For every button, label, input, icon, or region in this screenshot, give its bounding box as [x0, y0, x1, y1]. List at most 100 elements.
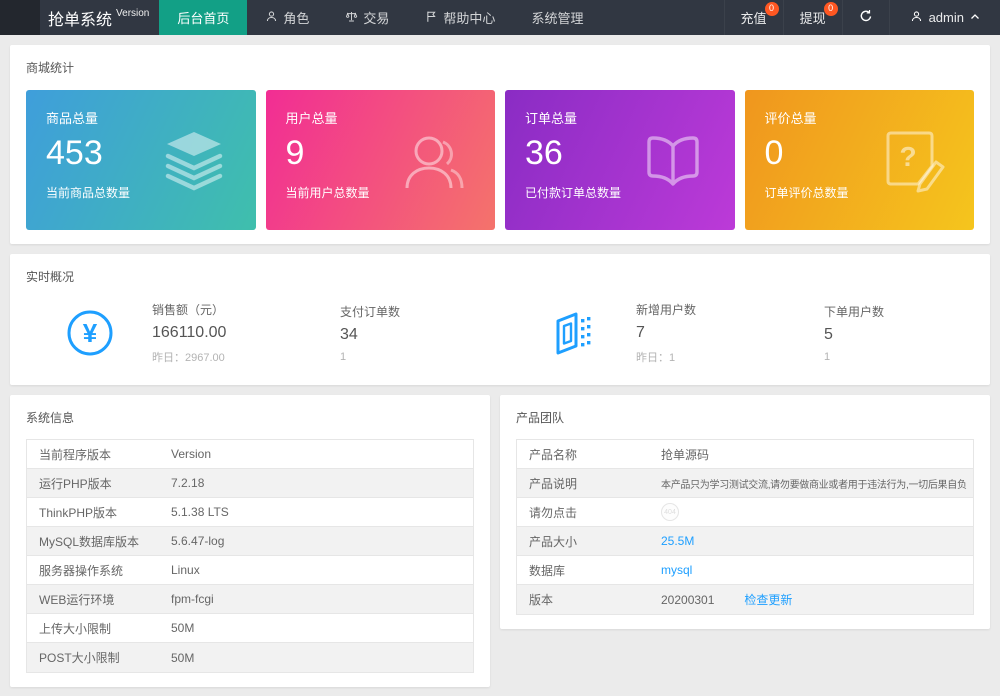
metric-label: 支付订单数	[340, 303, 490, 320]
withdraw-label: 提现	[800, 8, 826, 27]
users-icon	[397, 124, 469, 196]
menu-item-home[interactable]: 后台首页	[159, 0, 247, 35]
metric-label: 下单用户数	[824, 303, 974, 320]
row-label: POST大小限制	[27, 649, 171, 666]
book-icon	[637, 124, 709, 196]
main-menu: 后台首页 角色 交易 帮助中心 系统管理	[159, 0, 601, 35]
brand-version: Version	[116, 8, 149, 19]
table-row: POST大小限制50M	[27, 643, 473, 672]
brand-title: 抢单系统 Version	[40, 0, 159, 35]
realtime-panel-title: 实时概况	[26, 268, 974, 285]
user-icon	[265, 10, 278, 26]
row-value: 20200301 检查更新	[661, 591, 973, 608]
row-value: 404	[661, 503, 973, 522]
row-label: 运行PHP版本	[27, 475, 171, 492]
layers-icon	[158, 124, 230, 196]
menu-label: 角色	[283, 8, 309, 27]
product-team-table: 产品名称 抢单源码 产品说明 本产品只为学习测试交流,请勿要做商业或者用于违法行…	[516, 439, 974, 615]
metric-value: 7	[636, 324, 786, 342]
metric-sub: 1	[824, 351, 974, 363]
metric-new-users: 新增用户数 7 昨日：1	[636, 301, 786, 365]
row-value: 7.2.18	[171, 476, 473, 490]
row-label: 数据库	[517, 562, 661, 579]
refresh-button[interactable]	[842, 0, 889, 35]
metric-sub: 昨日：2967.00	[152, 349, 302, 365]
metric-sales: 销售额（元） 166110.00 昨日：2967.00	[152, 301, 302, 365]
version-value: 20200301	[661, 593, 714, 607]
recharge-label: 充值	[741, 8, 767, 27]
metric-sub: 1	[340, 351, 490, 363]
withdraw-button[interactable]: 提现 0	[783, 0, 842, 35]
stat-card-users: 用户总量 9 当前用户总数量	[266, 90, 496, 230]
stat-card-products: 商品总量 453 当前商品总数量	[26, 90, 256, 230]
check-update-link[interactable]: 检查更新	[744, 593, 792, 607]
stats-panel: 商城统计 商品总量 453 当前商品总数量 用户总量 9 当前用户总数量 订单总…	[10, 45, 990, 244]
database-link[interactable]: mysql	[661, 563, 692, 577]
row-label: 版本	[517, 591, 661, 608]
menu-item-system[interactable]: 系统管理	[513, 0, 601, 35]
product-panel-title: 产品团队	[516, 409, 974, 426]
menu-label: 后台首页	[177, 8, 229, 27]
metric-ordering-users: 下单用户数 5 1	[824, 303, 974, 363]
stat-card-orders: 订单总量 36 已付款订单总数量	[505, 90, 735, 230]
row-value: Linux	[171, 563, 473, 577]
building-dots-icon	[550, 309, 598, 357]
404-badge[interactable]: 404	[661, 503, 679, 521]
row-value: 25.5M	[661, 534, 973, 548]
realtime-row: ¥ 销售额（元） 166110.00 昨日：2967.00 支付订单数 34 1…	[26, 301, 974, 371]
row-label: WEB运行环境	[27, 591, 171, 608]
flag-icon	[425, 10, 438, 26]
realtime-panel: 实时概况 ¥ 销售额（元） 166110.00 昨日：2967.00 支付订单数…	[10, 254, 990, 385]
menu-item-help[interactable]: 帮助中心	[407, 0, 513, 35]
product-size-link[interactable]: 25.5M	[661, 534, 694, 548]
recharge-button[interactable]: 充值 0	[724, 0, 783, 35]
row-label: 上传大小限制	[27, 620, 171, 637]
row-label: ThinkPHP版本	[27, 504, 171, 521]
table-row: 上传大小限制50M	[27, 614, 473, 643]
metric-paid-orders: 支付订单数 34 1	[340, 303, 490, 363]
user-menu[interactable]: admin	[889, 0, 1000, 35]
system-info-table: 当前程序版本Version 运行PHP版本7.2.18 ThinkPHP版本5.…	[26, 439, 474, 673]
table-row: 当前程序版本Version	[27, 440, 473, 469]
edit-question-icon: ?	[876, 124, 948, 196]
table-row: WEB运行环境fpm-fcgi	[27, 585, 473, 614]
metric-value: 5	[824, 326, 974, 344]
menu-item-trade[interactable]: 交易	[327, 0, 407, 35]
row-label: 当前程序版本	[27, 446, 171, 463]
row-label: 请勿点击	[517, 504, 661, 521]
brand-text: 抢单系统	[48, 6, 112, 30]
top-navbar: 抢单系统 Version 后台首页 角色 交易 帮助中心 系统管理 充值 0 提…	[0, 0, 1000, 35]
table-row: 版本 20200301 检查更新	[517, 585, 973, 614]
system-info-panel: 系统信息 当前程序版本Version 运行PHP版本7.2.18 ThinkPH…	[10, 395, 490, 687]
row-label: 服务器操作系统	[27, 562, 171, 579]
chevron-up-icon	[970, 10, 980, 25]
row-label: 产品名称	[517, 446, 661, 463]
menu-label: 系统管理	[531, 8, 583, 27]
metric-sub: 昨日：1	[636, 349, 786, 365]
table-row: ThinkPHP版本5.1.38 LTS	[27, 498, 473, 527]
scales-icon	[345, 10, 358, 26]
row-label: 产品大小	[517, 533, 661, 550]
metric-label: 销售额（元）	[152, 301, 302, 318]
user-icon	[910, 10, 923, 26]
table-row: MySQL数据库版本5.6.47-log	[27, 527, 473, 556]
row-value: Version	[171, 447, 473, 461]
metric-value: 166110.00	[152, 324, 302, 342]
logo	[0, 0, 40, 35]
table-row: 数据库 mysql	[517, 556, 973, 585]
table-row: 服务器操作系统Linux	[27, 556, 473, 585]
stat-card-reviews: 评价总量 0 订单评价总数量 ?	[745, 90, 975, 230]
svg-text:?: ?	[899, 141, 916, 172]
table-row: 请勿点击 404	[517, 498, 973, 527]
row-value: fpm-fcgi	[171, 592, 473, 606]
row-value: 5.6.47-log	[171, 534, 473, 548]
system-panel-title: 系统信息	[26, 409, 474, 426]
withdraw-badge: 0	[824, 2, 838, 16]
row-value: 本产品只为学习测试交流,请勿要做商业或者用于违法行为,一切后果自负	[661, 476, 973, 491]
stats-panel-title: 商城统计	[26, 59, 974, 76]
table-row: 运行PHP版本7.2.18	[27, 469, 473, 498]
metric-label: 新增用户数	[636, 301, 786, 318]
bottom-section: 系统信息 当前程序版本Version 运行PHP版本7.2.18 ThinkPH…	[10, 395, 990, 687]
menu-item-roles[interactable]: 角色	[247, 0, 327, 35]
row-label: 产品说明	[517, 475, 661, 492]
